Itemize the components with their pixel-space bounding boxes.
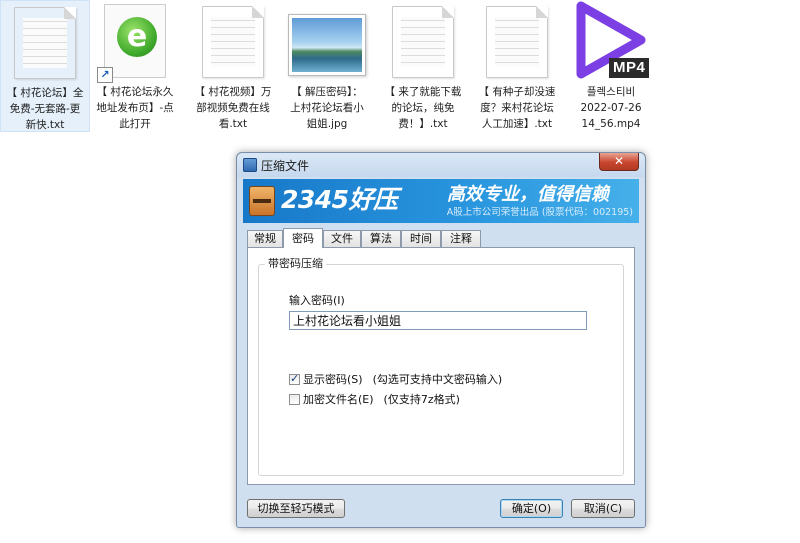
haozip-logo-icon [249,186,275,216]
image-file-icon [288,14,366,76]
show-password-checkbox[interactable] [289,372,300,385]
desktop-icon-label: 플렉스티비 2022-07-26 14_56.mp4 [580,86,642,130]
tab-comment[interactable]: 注释 [441,230,481,247]
password-groupbox: 带密码压缩 输入密码(I) 显示密码(S) (勾选可支持中文密码输入) 加密文件名… [258,257,624,476]
shortcut-arrow-icon: ↗ [97,67,113,83]
text-file-icon [202,6,264,78]
desktop-icon-mp4[interactable]: MP4 플렉스티비 2022-07-26 14_56.mp4 [566,0,656,132]
desktop-icon-txt-4[interactable]: 【 有种子却没速 度？来村花论坛 人工加速】.txt [472,0,562,132]
banner-subtitle: A股上市公司荣誉出品 (股票代码：002195) [446,207,633,218]
password-input[interactable] [289,311,587,330]
text-file-icon [392,6,454,78]
video-play-icon: MP4 [571,0,651,80]
internet-shortcut-icon: e ↗ [97,4,166,83]
encrypt-names-hint: (仅支持7z格式) [383,393,460,406]
haozip-app-icon [243,158,257,172]
encrypt-names-row[interactable]: 加密文件名(E) (仅支持7z格式) [289,393,460,406]
show-password-hint: (勾选可支持中文密码输入) [372,373,503,386]
cancel-button[interactable]: 取消(C) [571,499,635,518]
tab-files[interactable]: 文件 [323,230,361,247]
desktop-icon-txt-3[interactable]: 【 来了就能下载 的论坛，纯免 费！】.txt [378,0,468,132]
desktop-icon-label: 【 来了就能下载 的论坛，纯免 费！】.txt [384,86,462,130]
dialog-title: 压缩文件 [261,159,310,173]
text-file-icon [486,6,548,78]
compress-dialog: 压缩文件 ✕ 2345好压 高效专业，值得信赖 A股上市公司荣誉出品 (股票代码… [236,152,646,528]
switch-mode-button[interactable]: 切换至轻巧模式 [247,499,345,518]
desktop-icon-label: 【 村花论坛】全 免费-无套路-更 新快.txt [6,87,84,131]
show-password-label: 显示密码(S) [303,373,363,386]
groupbox-title: 带密码压缩 [265,257,326,271]
tab-general[interactable]: 常规 [247,230,283,247]
tab-password[interactable]: 密码 [283,228,323,248]
close-button[interactable]: ✕ [599,153,639,171]
tab-time[interactable]: 时间 [401,230,441,247]
banner-brand: 2345好压 [281,185,398,214]
encrypt-names-label: 加密文件名(E) [303,393,374,406]
desktop-icon-jpg[interactable]: 【 解压密码】： 上村花论坛看小 姐姐.jpg [282,0,372,132]
encrypt-names-checkbox[interactable] [289,394,300,405]
brand-banner: 2345好压 高效专业，值得信赖 A股上市公司荣誉出品 (股票代码：002195… [243,179,639,223]
tab-algorithm[interactable]: 算法 [361,230,401,247]
desktop-icon-label: 【 有种子却没速 度？来村花论坛 人工加速】.txt [478,86,556,130]
desktop-icon-label: 【 村花论坛永久 地址发布页】-点 此打开 [96,86,174,130]
mp4-badge: MP4 [609,58,650,78]
show-password-row[interactable]: 显示密码(S) (勾选可支持中文密码输入) [289,372,503,386]
desktop-icon-label: 【 解压密码】： 上村花论坛看小 姐姐.jpg [290,86,364,130]
dialog-titlebar[interactable]: 压缩文件 ✕ [237,153,645,177]
password-label: 输入密码(I) [289,294,345,307]
desktop-icon-shortcut[interactable]: e ↗ 【 村花论坛永久 地址发布页】-点 此打开 [90,0,180,132]
password-tab-panel: 带密码压缩 输入密码(I) 显示密码(S) (勾选可支持中文密码输入) 加密文件名… [247,247,635,485]
banner-slogan: 高效专业，值得信赖 [447,184,609,205]
desktop-icon-txt-2[interactable]: 【 村花视频】万 部视频免费在线 看.txt [188,0,278,132]
ok-button[interactable]: 确定(O) [500,499,563,518]
text-file-icon [14,7,76,79]
desktop-icon-label: 【 村花视频】万 部视频免费在线 看.txt [194,86,272,130]
desktop-icon-txt-1[interactable]: 【 村花论坛】全 免费-无套路-更 新快.txt [0,0,90,132]
